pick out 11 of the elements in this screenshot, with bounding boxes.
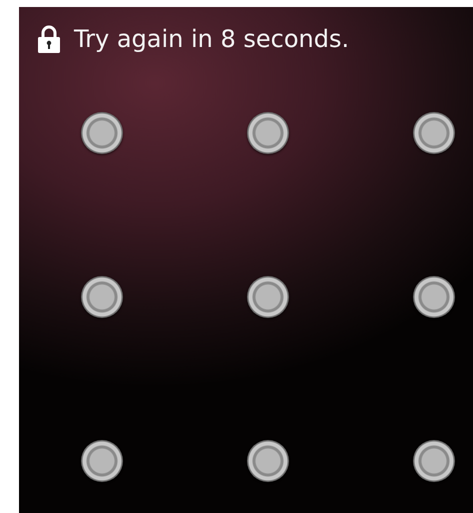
pattern-dot[interactable] bbox=[247, 276, 289, 318]
status-message: Try again in 8 seconds. bbox=[74, 25, 350, 53]
pattern-dot[interactable] bbox=[413, 440, 455, 482]
lock-icon bbox=[38, 25, 60, 53]
pattern-dot[interactable] bbox=[413, 112, 455, 154]
pattern-dot[interactable] bbox=[413, 276, 455, 318]
pattern-dot[interactable] bbox=[247, 440, 289, 482]
pattern-dot[interactable] bbox=[247, 112, 289, 154]
pattern-dot[interactable] bbox=[81, 276, 123, 318]
pattern-dot[interactable] bbox=[81, 112, 123, 154]
pattern-dot[interactable] bbox=[81, 440, 123, 482]
